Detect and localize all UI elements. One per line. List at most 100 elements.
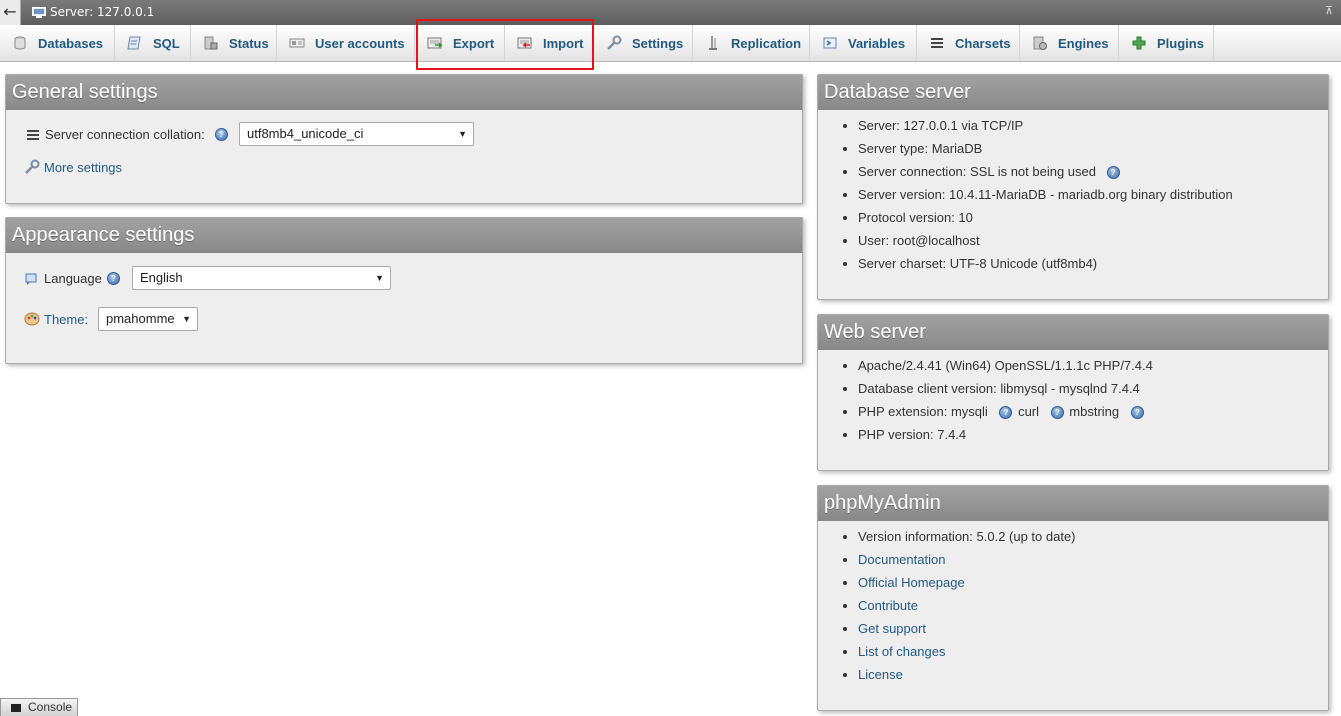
list-item: Version information: 5.0.2 (up to date) xyxy=(858,527,1328,550)
list-item: Server type: MariaDB xyxy=(858,139,1328,162)
list-item: License xyxy=(858,665,1328,688)
tab-label: SQL xyxy=(153,35,180,51)
collation-label: Server connection collation: xyxy=(45,127,205,142)
dropdown-caret-icon: ▼ xyxy=(458,129,467,139)
user-accounts-icon xyxy=(289,35,305,51)
appearance-settings-panel: Appearance settings Language ? English ▼… xyxy=(5,217,803,364)
tab-sql[interactable]: SQL xyxy=(115,25,191,61)
list-item: Server version: 10.4.11-MariaDB - mariad… xyxy=(858,185,1328,208)
contribute-link[interactable]: Contribute xyxy=(858,598,918,613)
list-item: Get support xyxy=(858,619,1328,642)
list-item: Official Homepage xyxy=(858,573,1328,596)
official-homepage-link[interactable]: Official Homepage xyxy=(858,575,965,590)
help-icon[interactable]: ? xyxy=(214,128,228,141)
help-icon[interactable]: ? xyxy=(1050,406,1064,420)
list-item: PHP extension: mysqli ? curl ? mbstring … xyxy=(858,402,1328,425)
list-item: Apache/2.4.41 (Win64) OpenSSL/1.1.1c PHP… xyxy=(858,356,1328,379)
license-link[interactable]: License xyxy=(858,667,903,682)
tab-plugins[interactable]: Plugins xyxy=(1119,25,1214,61)
help-icon[interactable]: ? xyxy=(1130,406,1144,420)
more-settings-link[interactable]: More settings xyxy=(24,159,122,175)
tab-label: Plugins xyxy=(1157,35,1204,51)
tab-label: Settings xyxy=(632,35,684,51)
phpmyadmin-panel: phpMyAdmin Version information: 5.0.2 (u… xyxy=(817,485,1329,711)
get-support-link[interactable]: Get support xyxy=(858,621,926,636)
collation-icon xyxy=(27,129,39,140)
language-icon xyxy=(25,273,37,285)
charsets-icon xyxy=(929,35,945,51)
export-icon xyxy=(427,35,443,51)
list-item-text: Server connection: SSL is not being used xyxy=(858,164,1096,179)
help-icon[interactable]: ? xyxy=(106,271,120,285)
documentation-link[interactable]: Documentation xyxy=(858,552,945,567)
panel-title: General settings xyxy=(6,75,802,110)
list-item: Protocol version: 10 xyxy=(858,208,1328,231)
plugins-icon xyxy=(1131,35,1147,51)
general-settings-panel: General settings Server connection colla… xyxy=(5,74,803,204)
web-server-panel: Web server Apache/2.4.41 (Win64) OpenSSL… xyxy=(817,314,1329,471)
replication-icon xyxy=(705,35,721,51)
list-of-changes-link[interactable]: List of changes xyxy=(858,644,945,659)
server-breadcrumb-bar: ← Server: 127.0.0.1 ⊼ xyxy=(0,0,1341,26)
server-breadcrumb-link[interactable]: Server: 127.0.0.1 xyxy=(50,5,154,19)
tab-status[interactable]: Status xyxy=(191,25,277,61)
wrench-icon xyxy=(25,159,40,174)
console-icon xyxy=(11,704,21,712)
list-item: Documentation xyxy=(858,550,1328,573)
list-item: Database client version: libmysql - mysq… xyxy=(858,379,1328,402)
language-label: Language xyxy=(44,270,102,286)
help-icon[interactable]: ? xyxy=(999,406,1013,420)
variables-icon xyxy=(822,35,838,51)
panel-title: Web server xyxy=(818,315,1328,350)
list-item: Server charset: UTF-8 Unicode (utf8mb4) xyxy=(858,254,1328,277)
tab-databases[interactable]: Databases xyxy=(0,25,115,61)
web-server-list: Apache/2.4.41 (Win64) OpenSSL/1.1.1c PHP… xyxy=(818,350,1328,448)
dropdown-caret-icon: ▼ xyxy=(375,273,384,283)
main-tab-bar: Databases SQL Status User accounts Expor… xyxy=(0,25,1341,62)
collapse-icon[interactable]: ⊼ xyxy=(1325,4,1333,17)
tab-replication[interactable]: Replication xyxy=(693,25,810,61)
theme-selected-value: pmahomme xyxy=(106,311,175,326)
server-icon xyxy=(32,7,46,18)
collation-row: Server connection collation: ? xyxy=(26,127,228,142)
database-server-panel: Database server Server: 127.0.0.1 via TC… xyxy=(817,74,1329,300)
tab-charsets[interactable]: Charsets xyxy=(917,25,1020,61)
tab-label: Import xyxy=(543,35,584,51)
phpmyadmin-list: Version information: 5.0.2 (up to date) … xyxy=(818,521,1328,688)
theme-label[interactable]: Theme: xyxy=(44,312,88,327)
list-item: User: root@localhost xyxy=(858,231,1328,254)
list-item: Server connection: SSL is not being used… xyxy=(858,162,1328,185)
wrench-icon xyxy=(606,35,622,51)
tab-import[interactable]: Import xyxy=(505,25,594,61)
help-icon[interactable]: ? xyxy=(1106,166,1120,180)
status-icon xyxy=(203,35,219,51)
theme-select[interactable]: pmahomme ▼ xyxy=(98,307,198,331)
panel-title: phpMyAdmin xyxy=(818,486,1328,521)
tab-user-accounts[interactable]: User accounts xyxy=(277,25,415,61)
tab-export[interactable]: Export xyxy=(415,25,505,61)
back-arrow-icon[interactable]: ← xyxy=(0,0,21,25)
tab-variables[interactable]: Variables xyxy=(810,25,917,61)
import-icon xyxy=(517,35,533,51)
tab-label: Engines xyxy=(1058,35,1109,51)
language-select[interactable]: English ▼ xyxy=(132,266,391,290)
tab-label: Export xyxy=(453,35,495,51)
tab-label: Replication xyxy=(731,35,802,51)
database-server-list: Server: 127.0.0.1 via TCP/IP Server type… xyxy=(818,110,1328,277)
language-row: Language ? xyxy=(24,270,120,286)
collation-select[interactable]: utf8mb4_unicode_ci ▼ xyxy=(239,122,474,146)
list-item: Contribute xyxy=(858,596,1328,619)
tab-engines[interactable]: Engines xyxy=(1020,25,1119,61)
database-icon xyxy=(12,35,28,51)
console-toggle[interactable]: Console xyxy=(0,698,78,716)
list-item-text: PHP extension: mysqli xyxy=(858,404,988,419)
tab-label: Charsets xyxy=(955,35,1011,51)
collation-selected-value: utf8mb4_unicode_ci xyxy=(247,126,364,141)
panel-title: Appearance settings xyxy=(6,218,802,253)
more-settings-label: More settings xyxy=(44,159,123,175)
list-item: List of changes xyxy=(858,642,1328,665)
console-label: Console xyxy=(28,700,73,714)
tab-label: User accounts xyxy=(315,35,405,51)
list-item: PHP version: 7.4.4 xyxy=(858,425,1328,448)
tab-settings[interactable]: Settings xyxy=(594,25,693,61)
